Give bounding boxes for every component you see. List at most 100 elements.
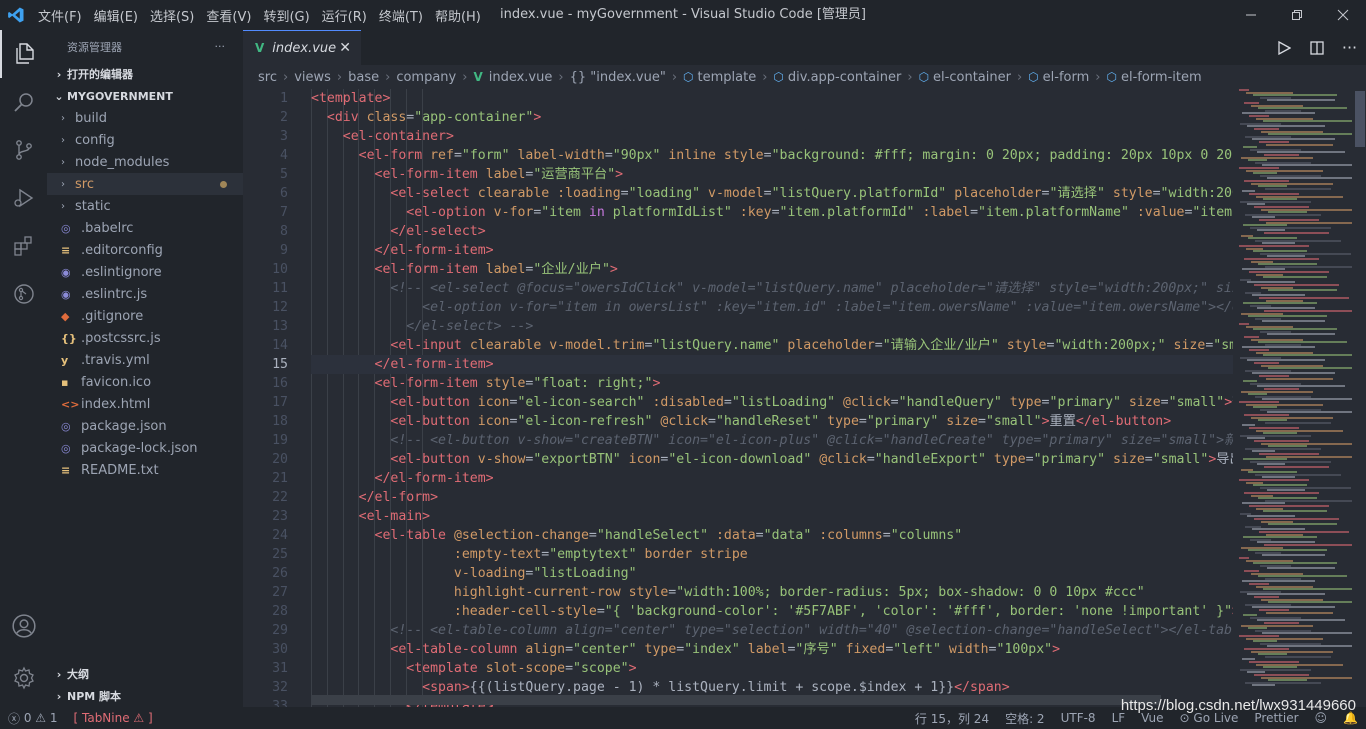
code-line[interactable]: <el-main> <box>311 507 1233 526</box>
code-line[interactable]: </el-select> <box>311 222 1233 241</box>
run-debug-icon[interactable] <box>0 174 47 222</box>
menu-item[interactable]: 终端(T) <box>373 6 429 25</box>
code-line[interactable]: <el-table-column align="center" type="in… <box>311 640 1233 659</box>
breadcrumb-item[interactable]: el-container <box>933 70 1011 85</box>
code-line[interactable]: <el-option v-for="item in owersList" :ke… <box>311 298 1233 317</box>
gitlens-icon[interactable] <box>0 270 47 318</box>
code-line[interactable]: <el-table @selection-change="handleSelec… <box>311 526 1233 545</box>
breadcrumb-separator-icon: › <box>907 69 913 85</box>
breadcrumb-item[interactable]: template <box>698 70 757 85</box>
code-line[interactable]: <!-- <el-select @focus="owersIdClick" v-… <box>311 279 1233 298</box>
search-icon[interactable] <box>0 78 47 126</box>
code-line[interactable]: <template> <box>311 89 1233 108</box>
code-line[interactable]: <el-input clearable v-model.trim="listQu… <box>311 336 1233 355</box>
file-item[interactable]: ◉ .eslintrc.js <box>47 283 243 305</box>
file-item[interactable]: ◎ package-lock.json <box>47 437 243 459</box>
folder-item[interactable]: › config <box>47 129 243 151</box>
file-item[interactable]: ≡ .editorconfig <box>47 239 243 261</box>
outline-section[interactable]: › 大纲 <box>47 663 243 685</box>
close-icon[interactable] <box>1320 0 1366 30</box>
code-line[interactable]: <div class="app-container"> <box>311 108 1233 127</box>
folder-item[interactable]: › node_modules <box>47 151 243 173</box>
breadcrumb-item[interactable]: views <box>294 70 331 85</box>
account-icon[interactable] <box>0 602 47 650</box>
folder-item[interactable]: › static <box>47 195 243 217</box>
code-line[interactable]: <el-form ref="form" label-width="90px" i… <box>311 146 1233 165</box>
code-line[interactable]: <el-option v-for="item in platformIdList… <box>311 203 1233 222</box>
code-line[interactable]: highlight-current-row style="width:100%;… <box>311 583 1233 602</box>
settings-gear-icon[interactable] <box>0 654 47 702</box>
code-line[interactable]: </el-select> --> <box>311 317 1233 336</box>
close-tab-icon[interactable]: ✕ <box>339 40 351 56</box>
breadcrumb-item[interactable]: src <box>258 70 277 85</box>
code-line[interactable]: </el-form-item> <box>311 241 1233 260</box>
code-line[interactable]: <el-button icon="el-icon-refresh" @click… <box>311 412 1233 431</box>
restore-icon[interactable] <box>1274 0 1320 30</box>
file-item[interactable]: ▪ favicon.ico <box>47 371 243 393</box>
file-item[interactable]: {} .postcssrc.js <box>47 327 243 349</box>
breadcrumb-item[interactable]: company <box>396 70 456 85</box>
file-item[interactable]: ◎ .babelrc <box>47 217 243 239</box>
more-actions-icon[interactable]: ··· <box>215 40 226 53</box>
breadcrumb-item[interactable]: el-form <box>1043 70 1090 85</box>
minimap[interactable] <box>1233 89 1366 707</box>
file-item[interactable]: <> index.html <box>47 393 243 415</box>
code-line[interactable]: <!-- <el-table-column align="center" typ… <box>311 621 1233 640</box>
file-item[interactable]: ◆ .gitignore <box>47 305 243 327</box>
menu-item[interactable]: 转到(G) <box>257 6 315 25</box>
code-line[interactable]: </el-form-item> <box>311 355 1233 374</box>
extensions-icon[interactable] <box>0 222 47 270</box>
breadcrumb-item[interactable]: el-form-item <box>1121 70 1202 85</box>
npm-scripts-section[interactable]: › NPM 脚本 <box>47 685 243 707</box>
menu-item[interactable]: 编辑(E) <box>88 6 144 25</box>
code-line[interactable]: </el-form-item> <box>311 469 1233 488</box>
file-item[interactable]: ◉ .eslintignore <box>47 261 243 283</box>
horizontal-scrollbar[interactable] <box>311 695 1161 705</box>
code-line[interactable]: <el-container> <box>311 127 1233 146</box>
error-icon: ⓧ <box>8 711 24 726</box>
breadcrumb-item[interactable]: div.app-container <box>788 70 901 85</box>
code-editor[interactable]: 1 <template> 2 <div class="app-container">… <box>243 89 1233 707</box>
minimize-icon[interactable] <box>1228 0 1274 30</box>
menu-item[interactable]: 文件(F) <box>32 6 88 25</box>
scroll-thumb[interactable] <box>1355 91 1365 147</box>
more-icon[interactable]: ··· <box>1333 38 1366 57</box>
menu-item[interactable]: 查看(V) <box>200 6 257 25</box>
tabnine-status[interactable]: [ TabNine ⚠ ] <box>66 711 161 725</box>
code-line[interactable]: v-loading="listLoading" <box>311 564 1233 583</box>
file-item[interactable]: ≡ README.txt <box>47 459 243 481</box>
menu-item[interactable]: 运行(R) <box>316 6 373 25</box>
indentation[interactable]: 空格: 2 <box>997 710 1053 727</box>
code-line[interactable]: <!-- <el-button v-show="createBTN" icon=… <box>311 431 1233 450</box>
menu-item[interactable]: 帮助(H) <box>429 6 487 25</box>
code-line[interactable]: <el-button v-show="exportBTN" icon="el-i… <box>311 450 1233 469</box>
code-line[interactable]: :header-cell-style="{ 'background-color'… <box>311 602 1233 621</box>
folder-item[interactable]: › build <box>47 107 243 129</box>
menu-item[interactable]: 选择(S) <box>144 6 200 25</box>
tab-index-vue[interactable]: V index.vue ✕ <box>243 30 361 65</box>
code-line[interactable]: <template slot-scope="scope"> <box>311 659 1233 678</box>
code-line[interactable]: </el-form> <box>311 488 1233 507</box>
code-line[interactable]: <el-button icon="el-icon-search" :disabl… <box>311 393 1233 412</box>
file-item[interactable]: ◎ package.json <box>47 415 243 437</box>
project-section[interactable]: ⌄ MYGOVERNMENT <box>47 85 243 107</box>
breadcrumb-item[interactable]: index.vue <box>489 70 553 85</box>
cursor-position[interactable]: 行 15，列 24 <box>907 710 997 727</box>
run-icon[interactable] <box>1267 40 1300 55</box>
problems-indicator[interactable]: ⓧ 0 ⚠ 1 <box>0 710 66 727</box>
code-line[interactable]: <el-form-item style="float: right;"> <box>311 374 1233 393</box>
breadcrumb-item[interactable]: base <box>348 70 379 85</box>
file-item[interactable]: y .travis.yml <box>47 349 243 371</box>
breadcrumb-item[interactable]: {} "index.vue" <box>570 70 666 85</box>
code-line[interactable]: <el-form-item label="运营商平台"> <box>311 165 1233 184</box>
code-line[interactable]: <el-form-item label="企业/业户"> <box>311 260 1233 279</box>
code-line[interactable]: <el-select clearable :loading="loading" … <box>311 184 1233 203</box>
code-line[interactable]: :empty-text="emptytext" border stripe <box>311 545 1233 564</box>
vertical-scrollbar[interactable] <box>1352 89 1366 707</box>
explorer-icon[interactable] <box>0 30 47 78</box>
split-editor-icon[interactable] <box>1300 40 1333 55</box>
encoding[interactable]: UTF-8 <box>1053 711 1104 725</box>
folder-item[interactable]: › src <box>47 173 243 195</box>
open-editors-section[interactable]: › 打开的编辑器 <box>47 63 243 85</box>
source-control-icon[interactable] <box>0 126 47 174</box>
